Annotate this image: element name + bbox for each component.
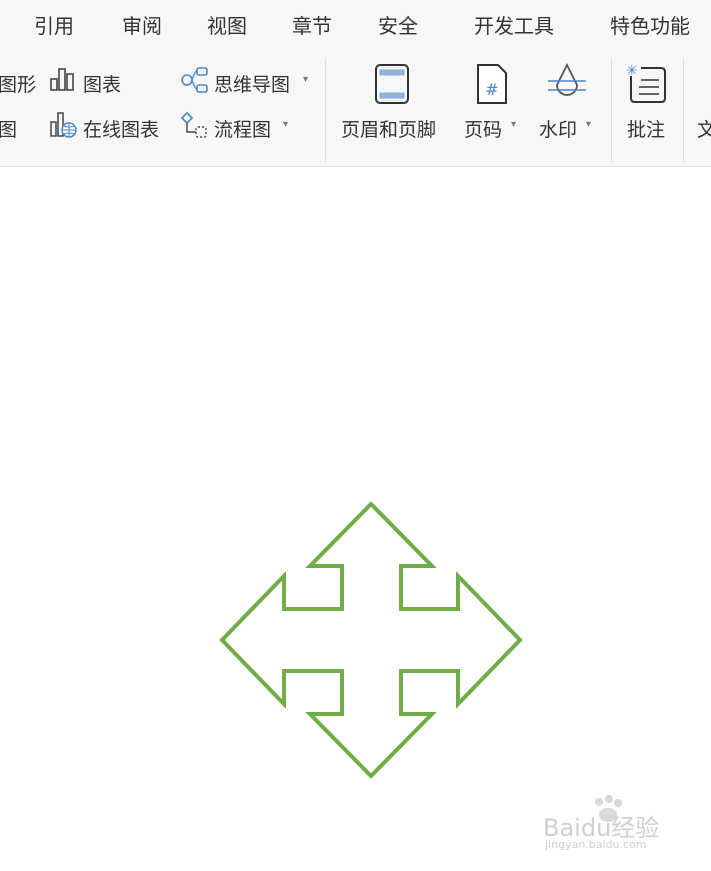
comment-label: 批注 xyxy=(627,119,666,141)
mindmap-dropdown-arrow[interactable]: ▾ xyxy=(303,74,308,85)
picture-button-label[interactable]: 图 xyxy=(0,115,17,142)
shapes-button-label[interactable]: 图形 xyxy=(0,70,36,97)
flowchart-icon xyxy=(180,111,207,138)
tab-view[interactable]: 视图 xyxy=(207,10,247,39)
tab-references[interactable]: 引用 xyxy=(34,10,74,39)
four-way-arrow-shape[interactable] xyxy=(215,497,527,783)
tab-chapter[interactable]: 章节 xyxy=(292,10,332,39)
ribbon-group-separator xyxy=(683,58,684,162)
tab-review[interactable]: 审阅 xyxy=(122,10,162,39)
online-chart-icon xyxy=(50,112,77,138)
page-number-label: 页码 xyxy=(464,119,503,141)
tab-developer-tools[interactable]: 开发工具 xyxy=(474,10,554,39)
tab-security[interactable]: 安全 xyxy=(378,10,418,39)
online-chart-label: 在线图表 xyxy=(83,119,160,141)
header-footer-icon xyxy=(375,64,409,104)
watermark-dropdown-arrow[interactable]: ▾ xyxy=(586,119,591,130)
watermark-icon xyxy=(548,62,586,96)
arrow-outline xyxy=(219,501,523,779)
mindmap-icon xyxy=(181,67,208,93)
ribbon-group-separator xyxy=(325,58,326,162)
tab-special-features[interactable]: 特色功能 xyxy=(610,10,690,39)
flowchart-label: 流程图 xyxy=(214,119,272,141)
flowchart-dropdown-arrow[interactable]: ▾ xyxy=(283,119,288,130)
header-footer-label: 页眉和页脚 xyxy=(341,119,437,141)
page-number-icon: # xyxy=(477,64,507,104)
chart-label: 图表 xyxy=(83,74,122,96)
ribbon-tab-bar: 引用 审阅 视图 章节 安全 开发工具 特色功能 xyxy=(0,0,711,50)
comment-icon: ✳ xyxy=(626,63,666,103)
ribbon-group-separator xyxy=(611,58,612,162)
page-number-dropdown-arrow[interactable]: ▾ xyxy=(511,119,516,130)
mindmap-label: 思维导图 xyxy=(214,74,291,96)
bar-chart-icon xyxy=(50,68,74,91)
watermark-url-text: jingyan.baidu.com xyxy=(545,838,647,851)
ribbon-toolbar: 图形 图 图表 在线图表 思维导图 ▾ 流程图 ▾ 页眉和页脚 # 页码 ▾ 水… xyxy=(0,50,711,167)
text-button-label[interactable]: 文 xyxy=(697,115,711,142)
svg-text:#: # xyxy=(485,80,498,99)
watermark-label: 水印 xyxy=(539,119,578,141)
